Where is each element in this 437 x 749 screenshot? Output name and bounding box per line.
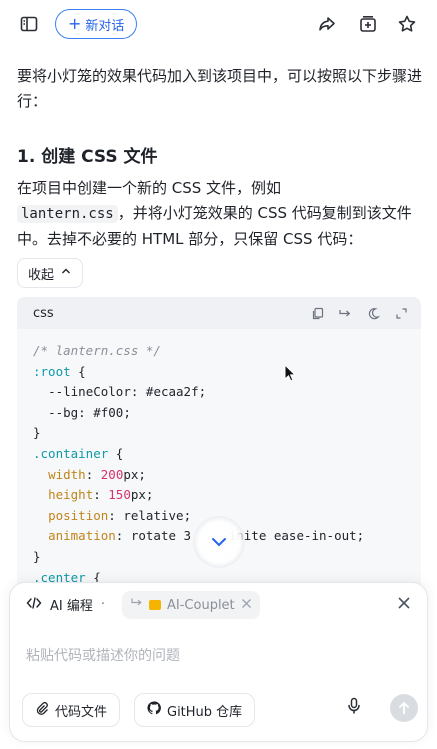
send-button[interactable] (390, 694, 418, 722)
insert-icon[interactable] (337, 305, 353, 321)
code-value: #f00 (93, 404, 124, 420)
theme-icon[interactable] (365, 305, 381, 321)
reply-arrow-icon (130, 597, 143, 613)
chevron-down-icon (210, 533, 228, 552)
new-chat-label: 新对话 (85, 18, 125, 34)
message-input[interactable]: 粘贴代码或描述你的问题 (26, 645, 180, 665)
code-value: #ecaa2f (145, 384, 199, 400)
github-icon (147, 701, 161, 719)
code-brackets-icon (26, 596, 42, 614)
mode-selector[interactable]: AI 编程 · (26, 595, 105, 614)
top-bar: + 新对话 (0, 0, 437, 48)
collapse-button[interactable]: 收起 (17, 258, 84, 288)
code-number: 200 (100, 466, 124, 482)
composer-header: AI 编程 · AI-Couplet (10, 583, 427, 627)
github-label: GitHub 仓库 (167, 704, 243, 720)
mode-label: AI 编程 (50, 599, 93, 614)
inline-code: lantern.css (17, 205, 118, 223)
paperclip-icon (35, 701, 49, 719)
share-icon[interactable] (315, 12, 339, 36)
intro-text: 要将小灯笼的效果代码加入到该项目中，可以按照以下步骤进行： (17, 67, 423, 110)
microphone-icon[interactable] (346, 697, 362, 719)
code-value: rotate 3 (130, 528, 192, 544)
code-property: animation (48, 528, 116, 544)
composer: AI 编程 · AI-Couplet 粘贴代码或描述你的问题 代码文件 GitH… (9, 582, 428, 742)
copy-icon[interactable] (309, 305, 325, 321)
code-property: --bg (48, 404, 79, 420)
section-paragraph: 在项目中创建一个新的 CSS 文件，例如 lantern.css ，并将小灯笼效果的… (17, 176, 422, 252)
code-language: css (33, 305, 54, 321)
reference-chip[interactable]: AI-Couplet (122, 591, 260, 619)
star-icon[interactable] (395, 12, 419, 36)
code-file-button[interactable]: 代码文件 (22, 693, 121, 727)
code-number: 150 (108, 487, 131, 503)
scroll-down-button[interactable] (193, 516, 245, 568)
add-to-collection-icon[interactable] (356, 12, 380, 36)
code-selector: :root (33, 363, 71, 379)
paragraph-text-before: 在项目中创建一个新的 CSS 文件，例如 (17, 179, 282, 197)
chevron-up-icon (60, 265, 72, 281)
section-heading: 1. 创建 CSS 文件 (17, 147, 158, 167)
code-value: inite ease-in-out; (228, 528, 365, 544)
close-icon[interactable] (397, 595, 411, 614)
new-chat-button[interactable]: + 新对话 (55, 9, 138, 39)
code-property: position (48, 507, 109, 523)
code-header: css (17, 297, 421, 329)
code-comment: /* lantern.css */ (33, 343, 161, 358)
code-toolbar (309, 305, 409, 321)
sidebar-icon[interactable] (17, 12, 41, 36)
reference-label: AI-Couplet (167, 597, 235, 613)
code-selector: .container (33, 445, 109, 461)
code-property: --lineColor (48, 384, 131, 400)
separator-dot: · (100, 597, 106, 612)
remove-reference-icon[interactable] (241, 598, 252, 613)
mouse-cursor-icon (284, 363, 297, 386)
expand-icon[interactable] (393, 305, 409, 321)
folder-icon (149, 600, 161, 610)
code-file-label: 代码文件 (55, 704, 108, 720)
collapse-label: 收起 (28, 267, 55, 283)
plus-icon: + (68, 14, 82, 33)
code-property: height (48, 487, 94, 503)
github-repo-button[interactable]: GitHub 仓库 (134, 693, 256, 727)
code-value: relative (123, 507, 184, 523)
code-property: width (48, 466, 86, 482)
